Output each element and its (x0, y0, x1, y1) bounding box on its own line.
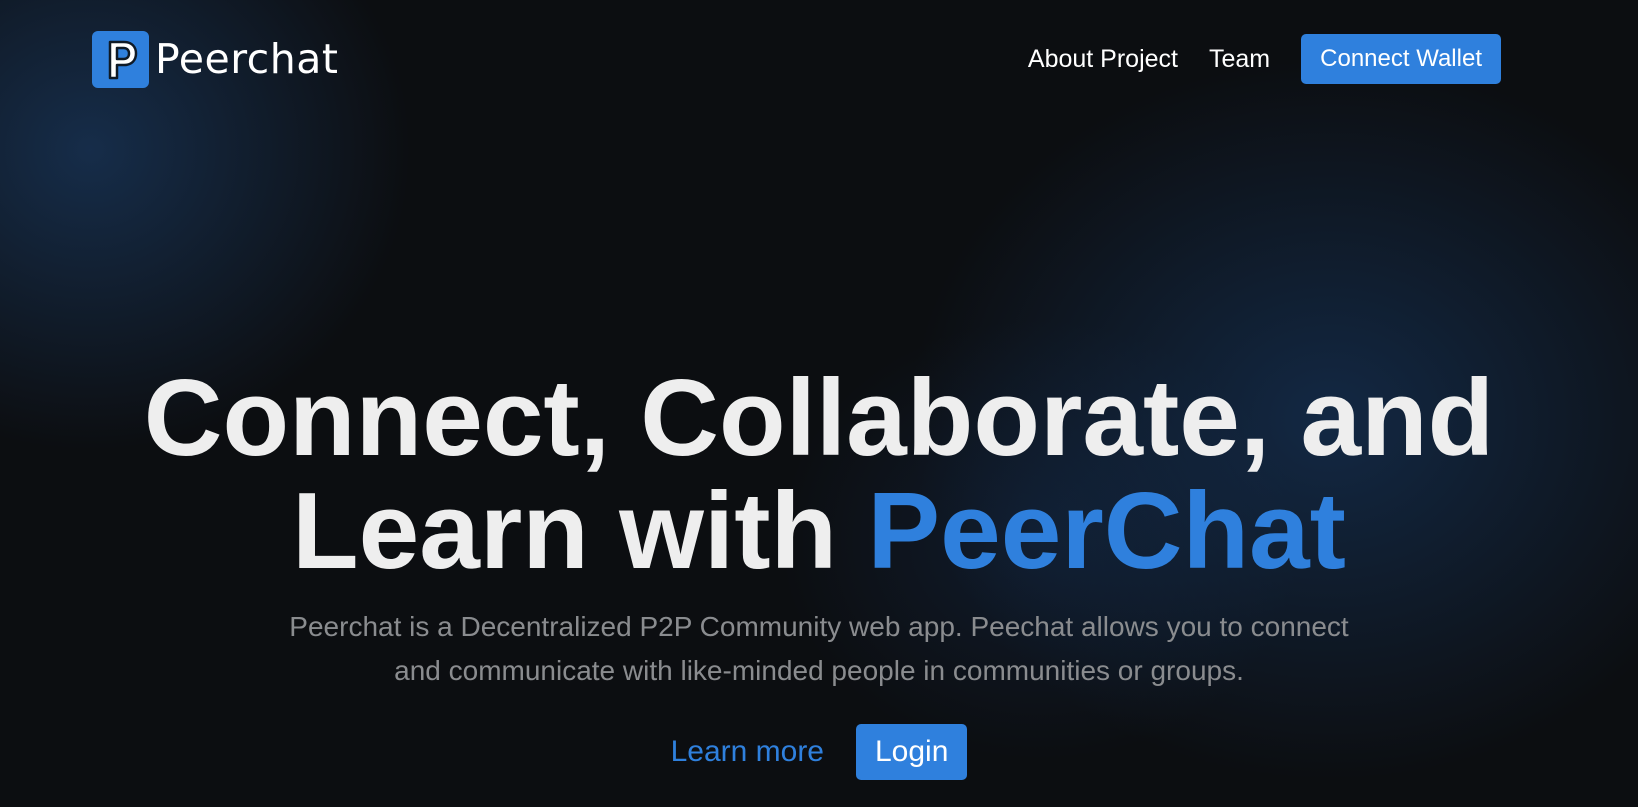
top-nav: About Project Team Connect Wallet (1028, 34, 1501, 84)
hero-headline: Connect, Collaborate, and Learn with Pee… (0, 362, 1638, 588)
hero-description: Peerchat is a Decentralized P2P Communit… (289, 611, 1349, 686)
brand-logo-link[interactable]: Peerchat (92, 31, 338, 88)
nav-link-team[interactable]: Team (1209, 46, 1270, 72)
headline-line-1: Connect, Collaborate, and (143, 357, 1495, 479)
learn-more-link[interactable]: Learn more (671, 737, 824, 767)
hero-cta-group: Learn more Login (0, 724, 1638, 780)
logo-p-icon (92, 31, 149, 88)
headline-brand-accent: PeerChat (867, 470, 1346, 592)
headline-line-2-prefix: Learn with (292, 470, 868, 592)
connect-wallet-button[interactable]: Connect Wallet (1301, 34, 1501, 84)
landing-page: Peerchat About Project Team Connect Wall… (0, 0, 1638, 807)
nav-link-about-project[interactable]: About Project (1028, 46, 1178, 72)
hero-section: Connect, Collaborate, and Learn with Pee… (0, 362, 1638, 780)
login-button[interactable]: Login (856, 724, 968, 780)
brand-name: Peerchat (155, 35, 339, 83)
